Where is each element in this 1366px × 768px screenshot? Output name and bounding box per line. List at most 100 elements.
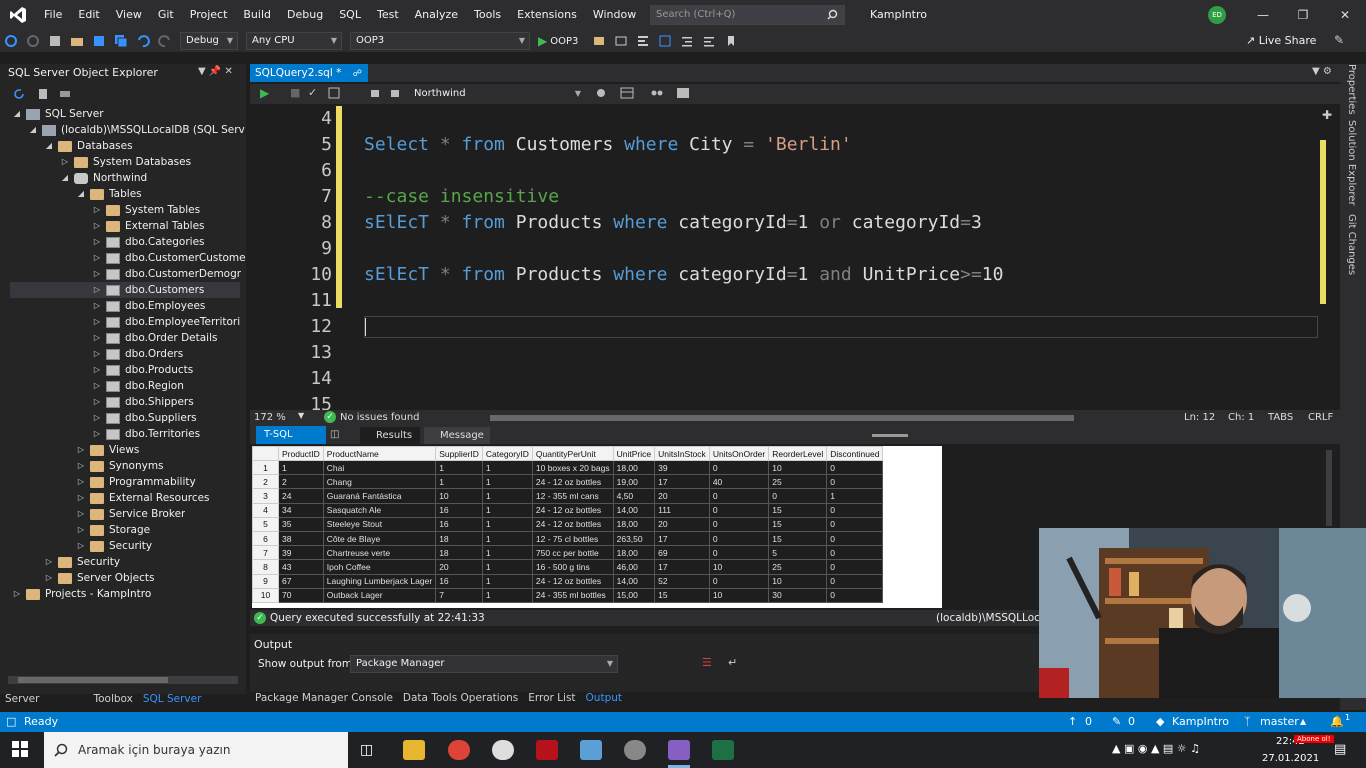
tree-item[interactable]: ▷ Storage [76, 522, 150, 538]
table-cell[interactable]: 46,00 [612, 559, 656, 575]
results-grid[interactable]: ProductID ProductName SupplierID CategoryID… [252, 446, 942, 608]
user-avatar[interactable]: ED [1208, 6, 1226, 24]
expanded-arrow-icon[interactable]: ◢ [12, 106, 22, 122]
minimize-button[interactable]: — [1248, 4, 1278, 26]
output-panel-tab[interactable]: Output [581, 690, 627, 706]
cancel-query-icon[interactable]: ■ [290, 86, 300, 99]
row-number[interactable]: 1 [252, 459, 279, 476]
results-to-grid-icon[interactable] [620, 87, 634, 99]
table-cell[interactable]: 1 [278, 459, 324, 476]
collapsed-arrow-icon[interactable]: ▷ [76, 458, 86, 474]
code-line[interactable]: Select * from Customers where City = 'Be… [364, 134, 852, 155]
parse-icon[interactable]: ✓ [308, 86, 317, 99]
table-cell[interactable]: 35 [278, 516, 324, 532]
tree-item[interactable]: ▷ Projects - KampIntro [12, 586, 151, 602]
tree-item[interactable]: ▷ External Tables [92, 218, 205, 234]
live-share-button[interactable]: ↗ Live Share [1246, 34, 1316, 47]
table-cell[interactable]: 18,00 [612, 516, 656, 532]
collapsed-arrow-icon[interactable]: ▷ [44, 570, 54, 586]
output-panel-tab[interactable]: Package Manager Console [250, 690, 398, 706]
close-button[interactable]: ✕ [1330, 4, 1360, 26]
tree-item[interactable]: ▷ Synonyms [76, 458, 164, 474]
xbox-icon[interactable] [492, 740, 514, 760]
table-cell[interactable]: 16 [435, 502, 483, 518]
table-row[interactable]: 4 34 Sasquatch Ale 16 1 24 - 12 oz bottles 14,… [252, 502, 884, 518]
execute-icon[interactable]: ▶ [260, 86, 269, 100]
app-red-icon[interactable] [536, 740, 558, 760]
table-cell[interactable]: 0 [826, 474, 884, 490]
search-box[interactable]: Search (Ctrl+Q) [650, 5, 845, 25]
forward-icon[interactable] [26, 34, 40, 48]
table-cell[interactable]: 43 [278, 559, 324, 575]
table-cell[interactable]: 4,50 [612, 488, 656, 504]
column-header[interactable]: SupplierID [435, 446, 483, 461]
app-s-icon[interactable] [580, 740, 602, 760]
tab-list-icon[interactable]: ▼ ⚙ [1312, 66, 1332, 77]
feedback-icon[interactable]: ✎ [1334, 33, 1344, 47]
undo-icon[interactable] [136, 34, 150, 48]
table-cell[interactable]: 69 [654, 545, 710, 561]
tree-item[interactable]: ▷ Programmability [76, 474, 196, 490]
table-cell[interactable]: 0 [826, 545, 884, 561]
code-line[interactable]: sElEcT * from Products where categoryId=… [364, 212, 982, 233]
clear-all-icon[interactable]: ☰ [702, 656, 712, 669]
menu-git[interactable]: Git [150, 0, 182, 30]
notification-bell-icon[interactable]: 🔔 [1330, 712, 1344, 732]
row-number[interactable]: 4 [252, 502, 279, 518]
table-cell[interactable]: 24 - 12 oz bottles [531, 474, 614, 490]
menu-edit[interactable]: Edit [70, 0, 107, 30]
row-number[interactable]: 7 [252, 545, 279, 561]
new-project-icon[interactable] [48, 34, 62, 48]
tree-item[interactable]: ▷ dbo.Shippers [92, 394, 194, 410]
table-row[interactable]: 2 2 Chang 1 1 24 - 12 oz bottles 19,00 17 40 25 0 [252, 474, 884, 490]
left-panel-tab[interactable]: Server Explorer [0, 690, 88, 723]
column-header[interactable]: Discontinued [826, 446, 884, 461]
table-cell[interactable]: 0 [768, 488, 828, 504]
tree-item[interactable]: ▷ dbo.Region [92, 378, 184, 394]
table-cell[interactable]: 111 [654, 502, 710, 518]
tree-item[interactable]: ▷ System Databases [60, 154, 191, 170]
table-cell[interactable]: 18,00 [612, 459, 656, 476]
column-header[interactable]: CategoryID [481, 446, 533, 461]
code-line[interactable]: --case insensitive [364, 186, 559, 207]
tree-item[interactable]: ▷ Security [44, 554, 120, 570]
save-all-icon[interactable] [114, 34, 128, 48]
menu-test[interactable]: Test [369, 0, 407, 30]
table-cell[interactable]: 1 [481, 474, 533, 490]
table-cell[interactable]: 15 [654, 587, 710, 603]
table-cell[interactable]: 70 [278, 587, 324, 603]
table-cell[interactable]: 1 [481, 459, 533, 476]
table-cell[interactable]: 12 - 355 ml cans [531, 488, 614, 504]
table-cell[interactable]: 16 - 500 g tins [531, 559, 614, 575]
table-cell[interactable]: 0 [708, 516, 770, 532]
word-wrap-icon[interactable]: ↵ [728, 656, 737, 669]
table-cell[interactable]: 0 [826, 573, 884, 589]
table-cell[interactable]: Guaraná Fantástica [322, 488, 437, 504]
table-cell[interactable]: 1 [481, 502, 533, 518]
taskbar-search-box[interactable]: Aramak için buraya yazın [44, 732, 348, 768]
file-explorer-icon[interactable] [403, 740, 425, 760]
tab-tsql[interactable]: T-SQL [256, 426, 326, 444]
split-icon[interactable]: ✚ [1322, 108, 1332, 122]
row-number[interactable]: 8 [252, 559, 279, 575]
table-cell[interactable]: 39 [278, 545, 324, 561]
table-cell[interactable]: 15 [768, 516, 828, 532]
collapsed-arrow-icon[interactable]: ▷ [76, 490, 86, 506]
table-row[interactable]: 5 35 Steeleye Stout 16 1 24 - 12 oz bottles 18… [252, 516, 884, 532]
table-cell[interactable]: 263,50 [612, 530, 656, 547]
tree-item[interactable]: ▷ dbo.Categories [92, 234, 205, 250]
tree-item[interactable]: ▷ dbo.CustomerCustome [92, 250, 246, 266]
menu-extensions[interactable]: Extensions [509, 0, 585, 30]
collapsed-arrow-icon[interactable]: ▷ [92, 202, 102, 218]
table-cell[interactable]: 7 [435, 587, 483, 603]
table-cell[interactable]: Chang [322, 474, 437, 490]
table-cell[interactable]: 10 boxes x 20 bags [531, 459, 614, 476]
expanded-arrow-icon[interactable]: ◢ [76, 186, 86, 202]
indent-icon[interactable] [680, 34, 694, 48]
system-tray-icons[interactable]: ▲ ▣ ◉ ▲ ▤ ☼ ♫ [1112, 742, 1200, 755]
scrollbar-thumb[interactable] [18, 677, 168, 683]
push-icon[interactable]: ↑ [1068, 712, 1077, 732]
table-cell[interactable]: 0 [826, 459, 884, 476]
collapsed-arrow-icon[interactable]: ▷ [76, 474, 86, 490]
menu-build[interactable]: Build [235, 0, 279, 30]
